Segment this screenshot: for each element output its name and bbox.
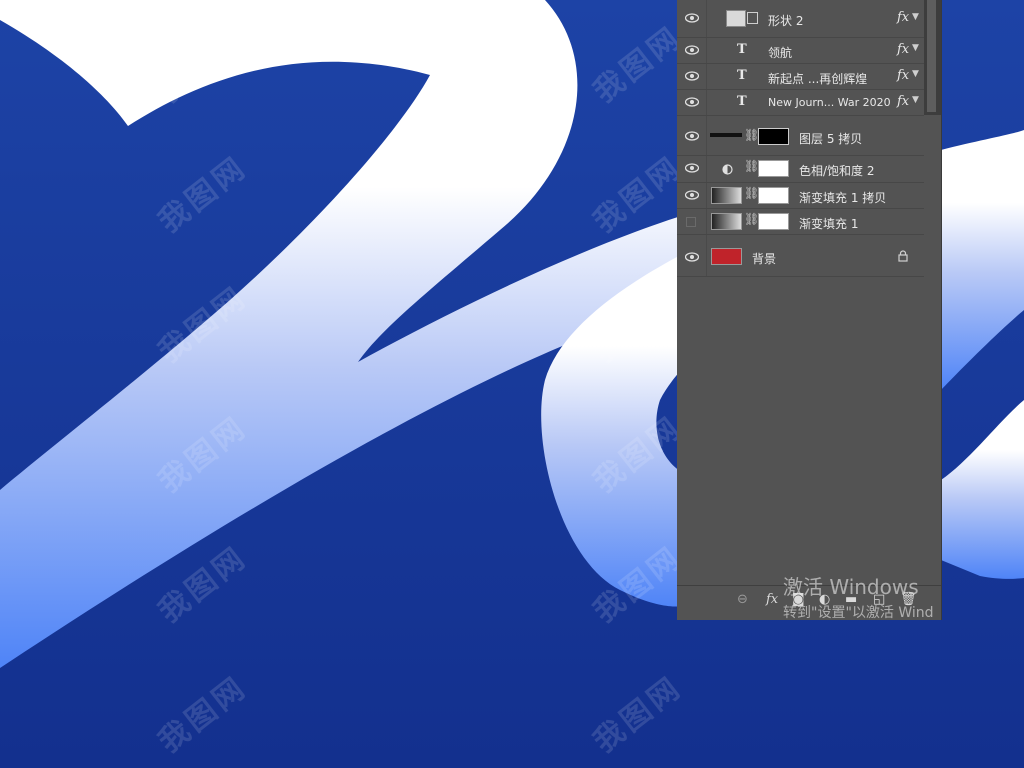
lock-icon (898, 250, 908, 262)
background-thumbnail (711, 248, 742, 265)
layer-thumbnail (710, 133, 742, 137)
scrollbar[interactable] (924, 0, 941, 115)
gradient-thumbnail (711, 213, 742, 230)
chain-link-icon: ⛓ (744, 128, 760, 142)
eye-icon[interactable] (685, 252, 699, 262)
windows-activation-watermark: 激活 Windows 转到"设置"以激活 Wind (783, 571, 934, 622)
layer-name: 图层 5 拷贝 (799, 132, 863, 146)
layers-panel: 形状 2 fx ▼ T 领航 fx ▼ T 新起点 ...再创辉煌 fx ▼ T… (677, 0, 942, 620)
visibility-separator (706, 183, 707, 208)
eye-icon[interactable] (685, 13, 699, 23)
mask-thumbnail (758, 187, 789, 204)
shape-thumbnail (726, 10, 746, 27)
visibility-separator (706, 64, 707, 89)
layer-name: 形状 2 (768, 14, 804, 28)
layer-name: 新起点 ...再创辉煌 (768, 72, 868, 86)
eye-icon[interactable] (685, 97, 699, 107)
chevron-down-icon[interactable]: ▼ (912, 12, 919, 22)
visibility-separator (706, 38, 707, 63)
mask-thumbnail (758, 213, 789, 230)
eye-icon[interactable] (685, 131, 699, 141)
visibility-separator (706, 156, 707, 182)
layer-row-shape[interactable]: 形状 2 fx ▼ (677, 0, 924, 38)
mask-thumbnail (758, 128, 789, 145)
layer-name: 渐变填充 1 (799, 217, 859, 231)
mask-thumbnail (758, 160, 789, 177)
text-layer-icon: T (737, 68, 747, 83)
eye-icon[interactable] (685, 190, 699, 200)
layer-row-text[interactable]: T New Journ... War 2020 fx ▼ (677, 90, 924, 116)
chain-link-icon: ⛓ (744, 212, 760, 226)
fx-icon[interactable]: fx (897, 94, 909, 109)
fx-icon[interactable]: fx (897, 68, 909, 83)
layer-name: 背景 (752, 252, 777, 266)
scrollbar-thumb[interactable] (927, 0, 936, 112)
eye-icon[interactable] (685, 45, 699, 55)
text-layer-icon: T (737, 94, 747, 109)
fx-icon[interactable]: fx (766, 592, 778, 607)
fx-icon[interactable]: fx (897, 10, 909, 25)
vector-mask-icon (747, 12, 758, 24)
chevron-down-icon[interactable]: ▼ (912, 69, 919, 79)
visibility-toggle-off[interactable] (686, 217, 696, 227)
gradient-thumbnail (711, 187, 742, 204)
chain-link-icon: ⛓ (744, 159, 760, 173)
eye-icon[interactable] (685, 163, 699, 173)
layer-row-gradient[interactable]: ⛓ 渐变填充 1 拷贝 (677, 183, 924, 209)
visibility-separator (706, 0, 707, 37)
chevron-down-icon[interactable]: ▼ (912, 95, 919, 105)
layer-row-adjustment[interactable]: ⛓ 色相/饱和度 2 (677, 156, 924, 183)
activation-title: 激活 Windows (783, 575, 919, 599)
layer-name: New Journ... War 2020 (768, 96, 891, 109)
activation-subtitle: 转到"设置"以激活 Wind (783, 605, 934, 621)
layer-row-masked[interactable]: ⛓ 图层 5 拷贝 (677, 116, 924, 156)
layer-row-text[interactable]: T 领航 fx ▼ (677, 38, 924, 64)
layer-row-gradient[interactable]: ⛓ 渐变填充 1 (677, 209, 924, 235)
layer-row-text[interactable]: T 新起点 ...再创辉煌 fx ▼ (677, 64, 924, 90)
adjustment-layer-icon (722, 164, 733, 175)
visibility-separator (706, 235, 707, 276)
visibility-separator (706, 116, 707, 155)
eye-icon[interactable] (685, 71, 699, 81)
visibility-separator (706, 209, 707, 234)
link-icon[interactable]: ⊖ (737, 592, 748, 607)
layer-name: 领航 (768, 46, 793, 60)
chain-link-icon: ⛓ (744, 186, 760, 200)
text-layer-icon: T (737, 42, 747, 57)
chevron-down-icon[interactable]: ▼ (912, 43, 919, 53)
fx-icon[interactable]: fx (897, 42, 909, 57)
visibility-separator (706, 90, 707, 115)
layer-name: 色相/饱和度 2 (799, 164, 875, 178)
layer-row-background[interactable]: 背景 (677, 235, 924, 277)
layer-name: 渐变填充 1 拷贝 (799, 191, 887, 205)
